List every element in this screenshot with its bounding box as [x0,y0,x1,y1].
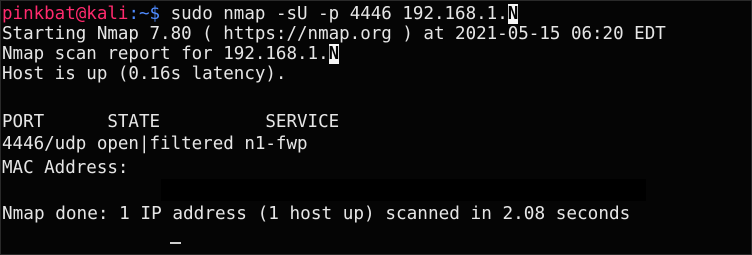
command-text: sudo nmap -sU -p 4446 192.168.1. [160,4,508,24]
output-table-row: 4446/udp open|filtered n1-fwp [2,134,308,154]
prompt-path: :~$ [128,4,161,24]
prompt-user-host: pinkbat@kali [2,4,129,24]
output-report: Nmap scan report for 192.168.1.N [2,44,340,64]
output-done: Nmap done: 1 IP address (1 host up) scan… [2,204,631,224]
output-report-prefix: Nmap scan report for 192.168.1. [2,44,329,64]
command-highlight: N [507,4,519,24]
terminal-window[interactable]: pinkbat@kali:~$ sudo nmap -sU -p 4446 19… [0,0,752,255]
prompt-line: pinkbat@kali:~$ sudo nmap -sU -p 4446 19… [2,4,519,24]
output-host-up: Host is up (0.16s latency). [2,64,287,84]
redaction-bar [161,179,646,201]
output-table-header: PORT STATE SERVICE [2,112,340,132]
output-starting: Starting Nmap 7.80 ( https://nmap.org ) … [2,24,666,44]
output-report-highlight: N [328,44,340,64]
output-mac-label: MAC Address: [2,158,129,178]
text-cursor [170,242,181,244]
